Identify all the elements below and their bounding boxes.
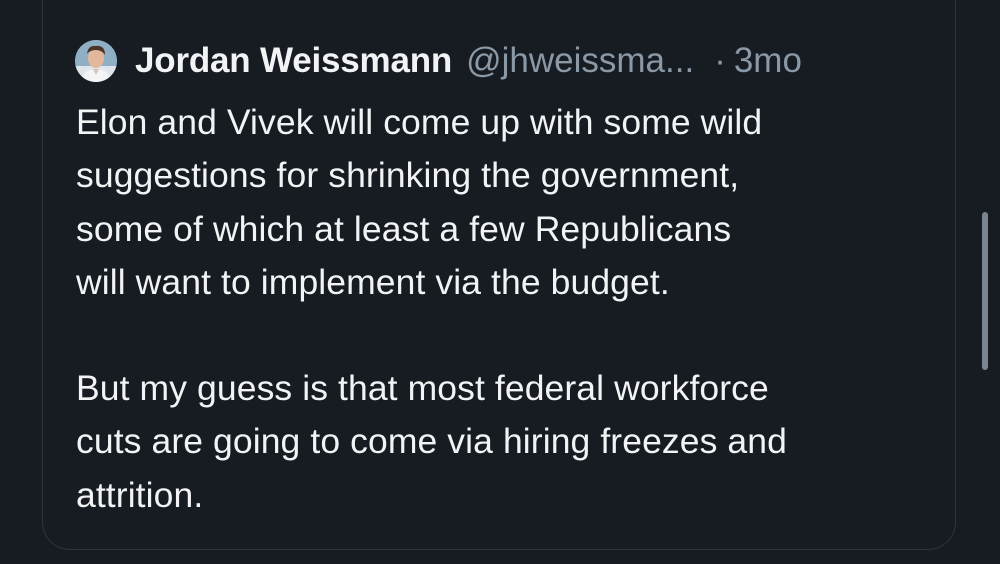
tweet-line: suggestions for shrinking the government… bbox=[76, 155, 740, 196]
scrollbar-thumb[interactable] bbox=[982, 212, 988, 370]
tweet-line: will want to implement via the budget. bbox=[76, 261, 670, 302]
avatar[interactable] bbox=[75, 40, 117, 82]
tweet-paragraph: Elon and Vivek will come up with some wi… bbox=[76, 96, 936, 309]
tweet-card[interactable]: Jordan Weissmann @jhweissma... · 3mo Elo… bbox=[42, 0, 956, 550]
author-handle[interactable]: @jhweissma... bbox=[466, 41, 694, 81]
tweet-header: Jordan Weissmann @jhweissma... · 3mo bbox=[75, 38, 802, 84]
tweet-line: cuts are going to come via hiring freeze… bbox=[76, 421, 787, 462]
tweet-timestamp[interactable]: 3mo bbox=[734, 41, 802, 81]
tweet-line: some of which at least a few Republicans bbox=[76, 208, 732, 249]
tweet-line: But my guess is that most federal workfo… bbox=[76, 368, 769, 409]
tweet-text: Elon and Vivek will come up with some wi… bbox=[76, 96, 936, 522]
tweet-line: attrition. bbox=[76, 474, 204, 515]
tweet-line: Elon and Vivek will come up with some wi… bbox=[76, 102, 763, 142]
separator-dot: · bbox=[714, 41, 726, 80]
profile-photo-icon bbox=[75, 40, 117, 82]
screen: Jordan Weissmann @jhweissma... · 3mo Elo… bbox=[0, 0, 1000, 564]
author-name[interactable]: Jordan Weissmann bbox=[135, 41, 452, 81]
tweet-paragraph: But my guess is that most federal workfo… bbox=[76, 362, 936, 522]
